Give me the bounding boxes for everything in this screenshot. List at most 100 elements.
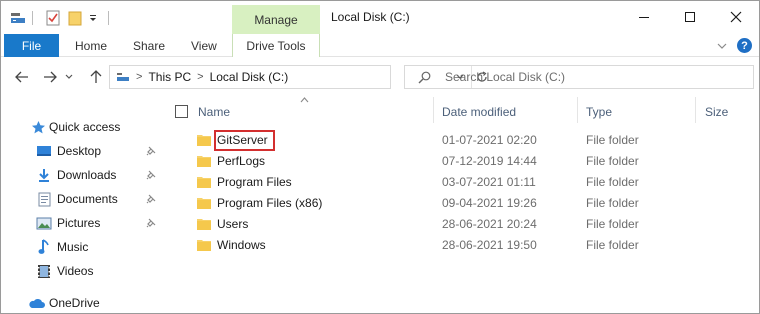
file-date: 09-04-2021 19:26 xyxy=(442,196,537,210)
file-type: File folder xyxy=(586,196,639,210)
address-bar[interactable]: > This PC > Local Disk (C:) xyxy=(109,65,487,89)
column-header-size[interactable]: Size xyxy=(705,102,728,122)
file-name[interactable]: Users xyxy=(217,217,248,231)
file-date: 28-06-2021 19:50 xyxy=(442,238,537,252)
properties-icon[interactable] xyxy=(9,9,27,27)
forward-button[interactable] xyxy=(41,68,59,86)
file-explorer-window: Manage Local Disk (C:) File Home Share V… xyxy=(0,0,760,314)
folder-icon xyxy=(197,240,211,251)
pin-icon[interactable] xyxy=(145,193,157,205)
nav-item-videos[interactable]: Videos xyxy=(1,260,167,282)
tab-home[interactable]: Home xyxy=(75,34,107,57)
maximize-icon xyxy=(685,12,695,22)
file-type: File folder xyxy=(586,154,639,168)
nav-label: Music xyxy=(57,240,89,254)
this-pc-icon xyxy=(116,71,130,83)
star-icon xyxy=(30,119,46,135)
navigation-bar: > This PC > Local Disk (C:) Search Local… xyxy=(1,58,759,96)
help-button[interactable]: ? xyxy=(737,34,752,57)
videos-icon xyxy=(36,263,52,279)
navigation-pane: Quick access Desktop Downloads Documents… xyxy=(1,97,167,313)
toolbar-separator xyxy=(105,9,111,27)
arrow-right-icon xyxy=(44,71,57,83)
tab-file[interactable]: File xyxy=(4,34,59,57)
maximize-button[interactable] xyxy=(667,1,713,33)
nav-item-documents[interactable]: Documents xyxy=(1,188,167,210)
cloud-icon xyxy=(28,295,46,311)
nav-onedrive[interactable]: OneDrive xyxy=(1,292,167,313)
file-type: File folder xyxy=(586,175,639,189)
manage-tab[interactable]: Manage xyxy=(232,5,320,34)
breadcrumb-separator: > xyxy=(197,71,204,83)
pin-icon[interactable] xyxy=(145,145,157,157)
title-bar: Manage Local Disk (C:) xyxy=(1,1,759,34)
tab-share[interactable]: Share xyxy=(133,34,165,57)
table-row[interactable]: PerfLogs 07-12-2019 14:44 File folder xyxy=(167,151,759,172)
chevron-down-icon xyxy=(717,43,727,49)
checklist-icon[interactable] xyxy=(45,9,61,27)
column-header-type[interactable]: Type xyxy=(586,102,612,122)
recent-locations-button[interactable] xyxy=(63,68,75,86)
arrow-left-icon xyxy=(15,71,28,83)
customize-toolbar-icon[interactable] xyxy=(87,9,99,27)
search-icon xyxy=(417,70,431,84)
nav-item-desktop[interactable]: Desktop xyxy=(1,140,167,162)
table-row[interactable]: Windows 28-06-2021 19:50 File folder xyxy=(167,235,759,256)
file-date: 28-06-2021 20:24 xyxy=(442,217,537,231)
up-button[interactable] xyxy=(87,68,105,86)
pin-icon[interactable] xyxy=(145,217,157,229)
table-row[interactable]: Users 28-06-2021 20:24 File folder xyxy=(167,214,759,235)
nav-item-music[interactable]: Music xyxy=(1,236,167,258)
expand-ribbon-button[interactable] xyxy=(717,34,727,57)
file-type: File folder xyxy=(586,238,639,252)
file-date: 01-07-2021 02:20 xyxy=(442,133,537,147)
nav-item-downloads[interactable]: Downloads xyxy=(1,164,167,186)
tab-drive-tools[interactable]: Drive Tools xyxy=(232,34,320,57)
file-name[interactable]: Windows xyxy=(217,238,266,252)
minimize-icon xyxy=(639,16,649,18)
breadcrumb-separator: > xyxy=(136,71,143,83)
nav-label: Downloads xyxy=(57,168,117,182)
nav-label: Desktop xyxy=(57,144,102,158)
documents-icon xyxy=(36,191,52,207)
window-title: Local Disk (C:) xyxy=(331,10,410,24)
nav-label: Pictures xyxy=(57,216,101,230)
chevron-down-icon xyxy=(65,74,73,79)
breadcrumb-local-disk[interactable]: Local Disk (C:) xyxy=(210,70,289,84)
column-header-name[interactable]: Name xyxy=(198,102,230,122)
table-row[interactable]: GitServer 01-07-2021 02:20 File folder xyxy=(167,130,759,151)
nav-label: Documents xyxy=(57,192,118,206)
select-all-checkbox[interactable] xyxy=(175,105,188,118)
file-name[interactable]: Program Files xyxy=(217,175,292,189)
column-header-date[interactable]: Date modified xyxy=(442,102,516,122)
nav-item-pictures[interactable]: Pictures xyxy=(1,212,167,234)
file-date: 07-12-2019 14:44 xyxy=(442,154,537,168)
close-icon xyxy=(730,11,742,23)
close-button[interactable] xyxy=(713,1,759,33)
music-icon xyxy=(36,239,52,255)
folder-icon xyxy=(197,198,211,209)
nav-quick-access[interactable]: Quick access xyxy=(1,116,167,138)
column-divider[interactable] xyxy=(433,97,434,123)
file-list: Name Date modified Type Size GitServer 0… xyxy=(167,95,759,313)
file-name[interactable]: Program Files (x86) xyxy=(217,196,322,210)
back-button[interactable] xyxy=(13,68,31,86)
desktop-icon xyxy=(36,143,52,159)
tab-view[interactable]: View xyxy=(191,34,217,57)
breadcrumb-this-pc[interactable]: This PC xyxy=(148,70,191,84)
search-box[interactable]: Search Local Disk (C:) xyxy=(404,65,754,89)
pictures-icon xyxy=(36,215,52,231)
table-row[interactable]: Program Files (x86) 09-04-2021 19:26 Fil… xyxy=(167,193,759,214)
pin-icon[interactable] xyxy=(145,169,157,181)
column-divider[interactable] xyxy=(695,97,696,123)
new-folder-icon[interactable] xyxy=(67,9,83,27)
arrow-up-icon xyxy=(90,70,102,83)
table-row[interactable]: Program Files 03-07-2021 01:11 File fold… xyxy=(167,172,759,193)
column-divider[interactable] xyxy=(577,97,578,123)
file-name[interactable]: PerfLogs xyxy=(217,154,265,168)
sort-ascending-icon xyxy=(300,95,309,105)
file-type: File folder xyxy=(586,217,639,231)
folder-icon xyxy=(197,219,211,230)
search-input[interactable]: Search Local Disk (C:) xyxy=(445,70,565,84)
minimize-button[interactable] xyxy=(621,1,667,33)
